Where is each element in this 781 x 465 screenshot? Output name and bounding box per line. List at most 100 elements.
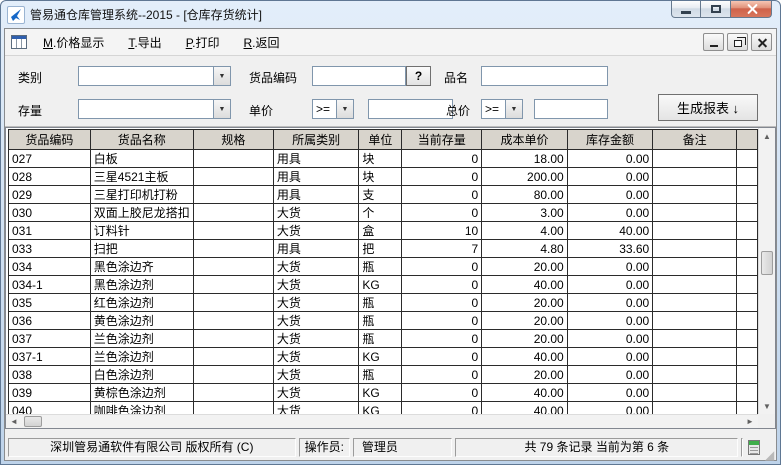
cell-spec[interactable] [193,276,273,294]
cell-price[interactable]: 40.00 [482,402,568,415]
cell-code[interactable]: 039 [9,384,91,402]
horizontal-scrollbar[interactable]: ◄ ► [6,414,758,428]
cell-qty[interactable]: 0 [402,312,482,330]
cell-qty[interactable]: 0 [402,402,482,415]
table-row[interactable]: 036黄色涂边剂大货瓶020.000.00 [9,312,758,330]
cell-note[interactable] [653,240,737,258]
cell-code[interactable]: 034-1 [9,276,91,294]
cell-qty[interactable]: 0 [402,258,482,276]
column-header-name[interactable]: 货品名称 [90,130,193,150]
column-header-price[interactable]: 成本单价 [482,130,568,150]
column-header-extra[interactable] [737,130,758,150]
cell-amount[interactable]: 33.60 [567,240,653,258]
total-price-op-select[interactable]: >= ▼ [481,99,523,119]
cell-note[interactable] [653,276,737,294]
code-input[interactable] [312,66,406,86]
cell-qty[interactable]: 7 [402,240,482,258]
table-row[interactable]: 028三星4521主板用具块0200.000.00 [9,168,758,186]
cell-name[interactable]: 黑色涂边剂 [90,276,193,294]
cell-unit[interactable]: KG [359,276,402,294]
cell-code[interactable]: 037-1 [9,348,91,366]
cell-extra[interactable] [737,294,758,312]
column-header-qty[interactable]: 当前存量 [402,130,482,150]
cell-unit[interactable]: 瓶 [359,312,402,330]
cell-price[interactable]: 80.00 [482,186,568,204]
column-header-note[interactable]: 备注 [653,130,737,150]
cell-code[interactable]: 037 [9,330,91,348]
cell-qty[interactable]: 0 [402,276,482,294]
cell-unit[interactable]: 把 [359,240,402,258]
cell-name[interactable]: 咖啡色涂边剂 [90,402,193,415]
mdi-close-button[interactable] [751,33,772,51]
cell-qty[interactable]: 0 [402,294,482,312]
cell-code[interactable]: 038 [9,366,91,384]
cell-amount[interactable]: 0.00 [567,204,653,222]
cell-name[interactable]: 订料针 [90,222,193,240]
cell-amount[interactable]: 0.00 [567,276,653,294]
cell-price[interactable]: 20.00 [482,330,568,348]
table-row[interactable]: 033扫把用具把74.8033.60 [9,240,758,258]
maximize-button[interactable] [701,1,730,18]
column-header-amount[interactable]: 库存金额 [567,130,653,150]
unit-price-op-select[interactable]: >= ▼ [312,99,354,119]
menu-item-price-display[interactable]: M.价格显示 [35,32,112,53]
cell-note[interactable] [653,150,737,168]
category-select[interactable]: ▼ [78,66,231,86]
chevron-down-icon[interactable]: ▼ [213,100,230,118]
column-header-category[interactable]: 所属类别 [273,130,359,150]
cell-price[interactable]: 20.00 [482,294,568,312]
cell-unit[interactable]: 盒 [359,222,402,240]
table-row[interactable]: 027白板用具块018.000.00 [9,150,758,168]
cell-qty[interactable]: 0 [402,384,482,402]
cell-price[interactable]: 200.00 [482,168,568,186]
cell-qty[interactable]: 0 [402,186,482,204]
cell-spec[interactable] [193,384,273,402]
cell-category[interactable]: 大货 [273,330,359,348]
cell-note[interactable] [653,366,737,384]
unit-price-input[interactable] [368,99,453,119]
cell-name[interactable]: 黄棕色涂边剂 [90,384,193,402]
cell-name[interactable]: 白色涂边剂 [90,366,193,384]
chevron-down-icon[interactable]: ▼ [336,100,353,118]
table-row[interactable]: 034黑色涂边齐大货瓶020.000.00 [9,258,758,276]
cell-amount[interactable]: 0.00 [567,384,653,402]
scroll-up-icon[interactable]: ▲ [759,128,775,144]
cell-code[interactable]: 040 [9,402,91,415]
name-input[interactable] [481,66,608,86]
cell-spec[interactable] [193,330,273,348]
vertical-scrollbar[interactable]: ▲ ▼ [758,128,775,414]
cell-name[interactable]: 兰色涂边剂 [90,348,193,366]
mdi-restore-button[interactable] [727,33,748,51]
cell-unit[interactable]: 块 [359,168,402,186]
cell-amount[interactable]: 0.00 [567,258,653,276]
cell-amount[interactable]: 40.00 [567,222,653,240]
cell-extra[interactable] [737,402,758,415]
cell-note[interactable] [653,168,737,186]
cell-price[interactable]: 3.00 [482,204,568,222]
cell-extra[interactable] [737,366,758,384]
cell-qty[interactable]: 0 [402,366,482,384]
cell-extra[interactable] [737,312,758,330]
cell-spec[interactable] [193,348,273,366]
cell-unit[interactable]: 瓶 [359,258,402,276]
scroll-right-icon[interactable]: ► [742,415,758,429]
cell-unit[interactable]: KG [359,348,402,366]
vertical-scroll-thumb[interactable] [761,251,773,275]
cell-price[interactable]: 18.00 [482,150,568,168]
table-row[interactable]: 037-1兰色涂边剂大货KG040.000.00 [9,348,758,366]
cell-category[interactable]: 大货 [273,348,359,366]
cell-code[interactable]: 029 [9,186,91,204]
cell-price[interactable]: 20.00 [482,258,568,276]
cell-extra[interactable] [737,330,758,348]
cell-extra[interactable] [737,384,758,402]
cell-spec[interactable] [193,258,273,276]
stock-select[interactable]: ▼ [78,99,231,119]
cell-category[interactable]: 大货 [273,294,359,312]
cell-category[interactable]: 大货 [273,276,359,294]
mdi-minimize-button[interactable] [703,33,724,51]
cell-extra[interactable] [737,186,758,204]
cell-spec[interactable] [193,168,273,186]
cell-amount[interactable]: 0.00 [567,402,653,415]
cell-amount[interactable]: 0.00 [567,366,653,384]
cell-unit[interactable]: 瓶 [359,330,402,348]
